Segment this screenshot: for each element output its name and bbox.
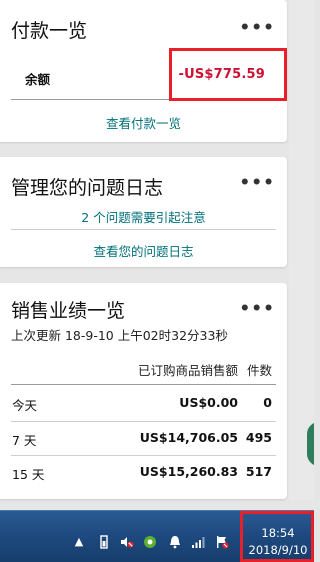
clock-highlight-box [240,511,314,562]
column-header-sales: 已订购商品销售额 [137,363,238,378]
table-row: 今天 US$0.00 0 [0,387,287,421]
table-row: 15 天 US$15,260.83 517 [0,456,287,490]
view-issue-log-link[interactable]: 查看您的问题日志 [0,241,287,260]
count-cell: 517 [245,464,272,479]
app-icon[interactable] [143,535,157,549]
chevron-up-icon[interactable]: ▲ [72,535,86,549]
count-cell: 495 [245,430,272,445]
count-cell: 0 [263,395,272,410]
table-header-divider [11,384,276,385]
column-header-units: 件数 [246,363,272,378]
balance-highlight-box [169,48,287,101]
period-cell: 7 天 [12,433,37,448]
amount-cell: US$15,260.83 [139,464,238,479]
more-options-button[interactable]: ••• [239,175,275,192]
table-row: 7 天 US$14,706.05 495 [0,422,287,456]
battery-icon[interactable] [97,535,111,549]
amount-cell: US$14,706.05 [139,430,238,445]
period-cell: 15 天 [12,467,45,482]
balance-label: 余额 [25,72,51,87]
more-options-button[interactable]: ••• [239,301,275,318]
volume-muted-icon[interactable] [120,535,134,549]
amount-cell: US$0.00 [179,395,238,410]
issue-log-card: 管理您的问题日志 ••• 2 个问题需要引起注意 查看您的问题日志 [0,157,287,267]
card-title: 付款一览 [11,20,88,42]
card-title: 管理您的问题日志 [11,177,164,199]
card-title: 销售业绩一览 [11,300,126,322]
more-options-button[interactable]: ••• [239,20,275,37]
period-cell: 今天 [12,398,38,413]
view-payments-link[interactable]: 查看付款一览 [0,113,287,132]
floating-action-icon[interactable] [305,420,314,468]
last-updated-text: 上次更新 18-9-10 上午02时32分33秒 [11,328,228,343]
sales-summary-card: 销售业绩一览 ••• 上次更新 18-9-10 上午02时32分33秒 已订购商… [0,283,287,499]
notification-icon[interactable] [168,535,182,549]
divider [11,229,276,230]
signal-icon[interactable] [191,535,205,549]
seller-dashboard: 付款一览 ••• 余额 -US$775.59 查看付款一览 管理您的问题日志 •… [0,0,314,562]
flag-icon[interactable] [215,535,229,549]
issues-attention-link[interactable]: 2 个问题需要引起注意 [0,207,287,226]
